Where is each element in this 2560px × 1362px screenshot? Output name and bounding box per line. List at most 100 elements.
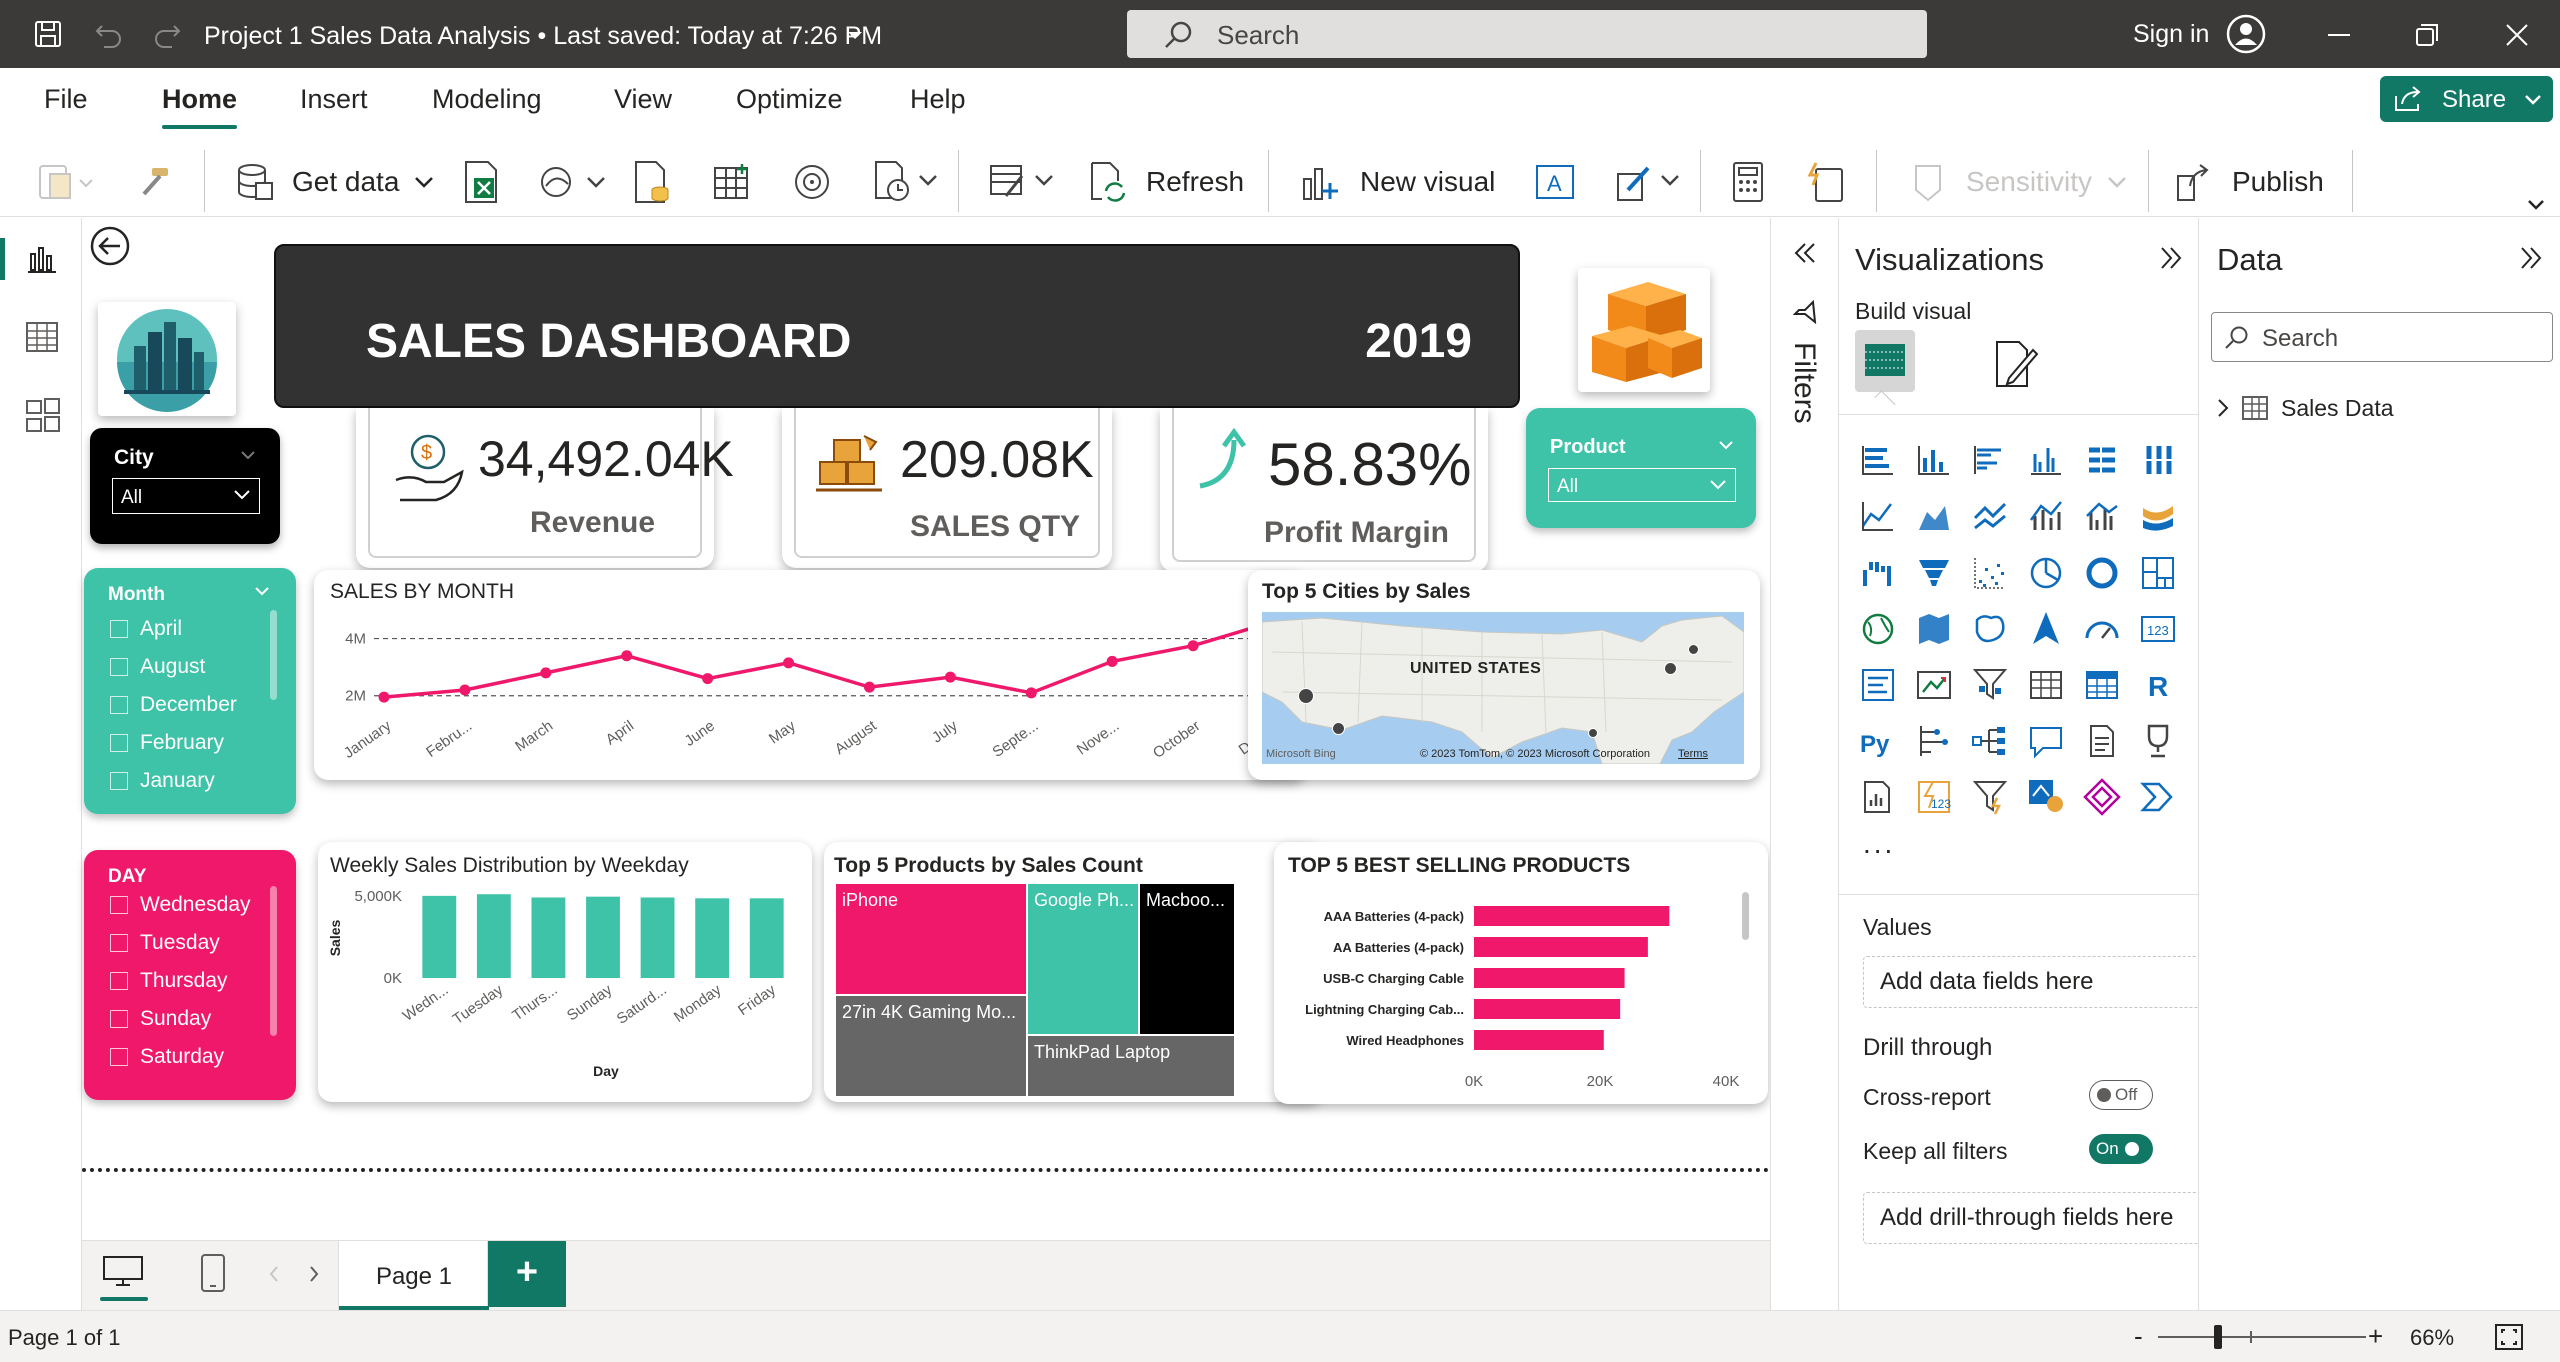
more-chevrons-icon[interactable] [2139, 778, 2177, 816]
format-visual-tab[interactable] [1989, 338, 2041, 390]
dataverse-icon[interactable] [632, 160, 672, 204]
add-page-button[interactable]: + [488, 1241, 566, 1307]
stacked-area-icon[interactable] [1971, 498, 2009, 536]
stacked-column-icon[interactable] [1915, 442, 1953, 480]
paste-icon[interactable] [36, 160, 96, 204]
line-clustered-column-icon[interactable] [2083, 498, 2121, 536]
goals-icon[interactable] [2139, 722, 2177, 760]
stacked-column-100-icon[interactable] [2139, 442, 2177, 480]
filters-pane[interactable]: Filters [1770, 218, 1838, 1310]
transform-data-icon[interactable] [988, 160, 1060, 204]
treemap-tile-gaming-monitor[interactable]: 27in 4K Gaming Mo... [836, 994, 1026, 1096]
bar[interactable] [1474, 906, 1670, 926]
back-arrow-icon[interactable] [90, 226, 130, 266]
model-view-icon[interactable] [26, 398, 60, 432]
excel-icon[interactable] [462, 160, 500, 204]
map-area[interactable]: UNITED STATES Microsoft Bing © 2023 TomT… [1262, 612, 1744, 764]
month-option[interactable]: April [110, 610, 237, 648]
data-point[interactable] [621, 650, 633, 662]
chevron-down-icon[interactable] [240, 450, 256, 460]
treemap-tile-google-phone[interactable]: Google Ph... [1026, 884, 1138, 1034]
bar[interactable] [695, 898, 730, 978]
redo-icon[interactable] [152, 20, 182, 48]
qa-icon[interactable] [2027, 722, 2065, 760]
publish-button[interactable]: Publish [2174, 160, 2324, 204]
power-automate-icon[interactable] [1971, 778, 2009, 816]
bar[interactable] [1474, 1030, 1604, 1050]
data-point[interactable] [783, 657, 795, 669]
day-option[interactable]: Saturday [110, 1038, 251, 1076]
page-tab[interactable]: Page 1 [338, 1241, 489, 1311]
key-influencers-icon[interactable] [1915, 722, 1953, 760]
report-view-icon[interactable] [26, 242, 58, 274]
gauge-icon[interactable] [2083, 610, 2121, 648]
expand-filters-icon[interactable] [1793, 242, 1817, 264]
keep-all-filters-toggle[interactable]: On [2089, 1134, 2153, 1164]
bar[interactable] [476, 894, 511, 978]
data-point[interactable] [540, 667, 552, 679]
collapse-pane-icon[interactable] [2519, 246, 2543, 270]
ribbon-chart-icon[interactable] [2139, 498, 2177, 536]
bar[interactable] [1474, 937, 1648, 957]
get-data-button[interactable]: Get data [234, 160, 435, 204]
menu-optimize[interactable]: Optimize [736, 84, 843, 115]
stacked-bar-100-icon[interactable] [2083, 442, 2121, 480]
data-point[interactable] [378, 691, 390, 703]
narrative-icon[interactable] [2083, 722, 2121, 760]
city-bubble[interactable] [1298, 688, 1314, 704]
treemap-icon[interactable] [2139, 554, 2177, 592]
decomposition-tree-icon[interactable] [1971, 722, 2009, 760]
menu-help[interactable]: Help [910, 84, 966, 115]
next-page-icon[interactable] [308, 1265, 320, 1283]
ribbon-collapse-icon[interactable] [2526, 198, 2546, 212]
data-point[interactable] [1025, 687, 1037, 699]
filled-map-icon[interactable] [1915, 610, 1953, 648]
enter-data-icon[interactable] [712, 160, 752, 204]
paginated-report-icon[interactable] [1859, 778, 1897, 816]
month-option[interactable]: December [110, 686, 237, 724]
data-search-input[interactable]: Search [2211, 312, 2553, 362]
data-point[interactable] [459, 684, 471, 696]
bar[interactable] [1474, 999, 1621, 1019]
bar[interactable] [531, 897, 566, 979]
menu-insert[interactable]: Insert [300, 84, 368, 115]
scatter-icon[interactable] [1971, 554, 2009, 592]
mobile-layout-icon[interactable] [200, 1253, 226, 1293]
city-dropdown[interactable]: All [112, 478, 260, 514]
waterfall-icon[interactable] [1859, 554, 1897, 592]
map-icon[interactable] [1859, 610, 1897, 648]
clustered-bar-icon[interactable] [1971, 442, 2009, 480]
zoom-level[interactable]: 66% [2410, 1325, 2454, 1351]
power-apps-icon[interactable]: 123 [1915, 778, 1953, 816]
day-option[interactable]: Tuesday [110, 924, 251, 962]
data-point[interactable] [944, 671, 956, 683]
chevron-down-icon[interactable] [1718, 440, 1734, 450]
desktop-layout-icon[interactable] [102, 1255, 144, 1287]
matrix-icon[interactable] [2083, 666, 2121, 704]
data-point[interactable] [863, 681, 875, 693]
chart-scrollbar[interactable] [1742, 892, 1749, 940]
restore-icon[interactable] [2416, 24, 2438, 46]
search-box[interactable]: Search [1127, 10, 1927, 58]
zoom-slider-thumb[interactable] [2214, 1325, 2222, 1349]
undo-icon[interactable] [94, 20, 124, 48]
slicer-icon[interactable] [1971, 666, 2009, 704]
product-dropdown[interactable]: All [1548, 468, 1736, 502]
collapse-pane-icon[interactable] [2159, 246, 2183, 270]
close-icon[interactable] [2506, 24, 2528, 46]
city-bubble[interactable] [1332, 722, 1345, 735]
shape-map-icon[interactable] [1971, 610, 2009, 648]
arcgis-icon[interactable] [2027, 778, 2065, 816]
drill-through-field-well[interactable]: Add drill-through fields here [1863, 1192, 2201, 1244]
month-scrollbar[interactable] [270, 610, 277, 700]
refresh-schedule-icon[interactable] [872, 160, 944, 204]
bar[interactable] [640, 897, 675, 979]
r-visual-icon[interactable]: R [2139, 666, 2177, 704]
build-visual-tab[interactable] [1855, 330, 1915, 392]
bar[interactable] [586, 896, 620, 978]
menu-view[interactable]: View [614, 84, 672, 115]
sensitivity-button[interactable]: Sensitivity [1910, 160, 2128, 204]
area-chart-icon[interactable] [1915, 498, 1953, 536]
onelake-icon[interactable] [538, 160, 614, 204]
table-icon[interactable] [2027, 666, 2065, 704]
